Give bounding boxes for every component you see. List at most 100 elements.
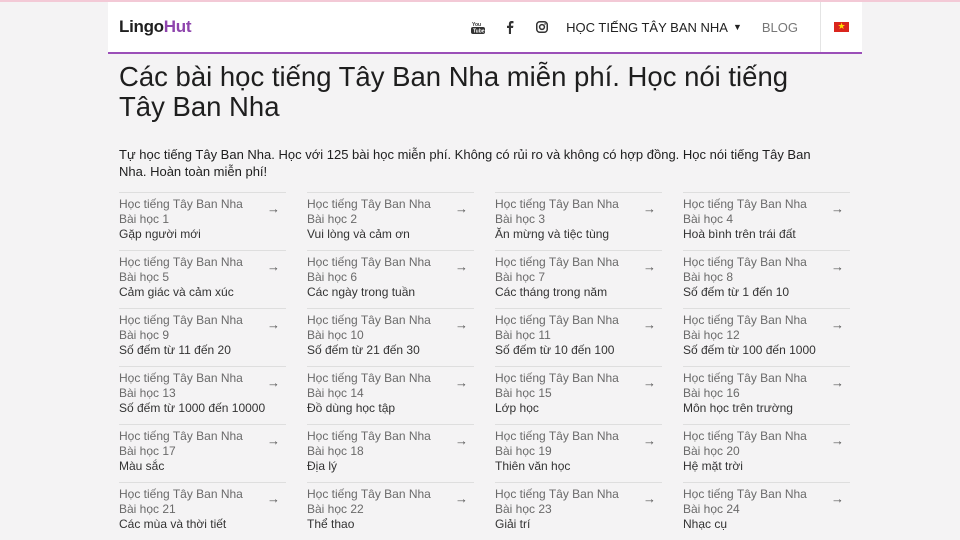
lesson-link[interactable]: Học tiếng Tây Ban Nha Bài học 7 Các tháng … <box>495 250 662 308</box>
lesson-topic: Hệ mặt trời <box>683 459 743 473</box>
lesson-number: Bài học 18 <box>307 444 364 458</box>
top-nav: You Tube HỌC TIẾNG TÂY BAN NHA ▼ BLOG ★ <box>462 2 862 52</box>
lesson-link[interactable]: Học tiếng Tây Ban Nha Bài học 21 Các mùa v… <box>119 482 286 540</box>
lesson-link[interactable]: Học tiếng Tây Ban Nha Bài học 23 Giải trí → <box>495 482 662 540</box>
lesson-number: Bài học 1 <box>119 212 170 226</box>
lesson-link[interactable]: Học tiếng Tây Ban Nha Bài học 11 Số đếm từ… <box>495 308 662 366</box>
lesson-topic: Nhạc cụ <box>683 517 728 531</box>
lesson-course-label: Học tiếng Tây Ban Nha <box>119 197 243 211</box>
arrow-right-icon: → <box>643 317 656 332</box>
lesson-number: Bài học 21 <box>119 502 176 516</box>
lesson-course-label: Học tiếng Tây Ban Nha <box>307 487 431 501</box>
page-title: Các bài học tiếng Tây Ban Nha miễn phí. … <box>119 61 789 122</box>
lesson-number: Bài học 19 <box>495 444 552 458</box>
lesson-link[interactable]: Học tiếng Tây Ban Nha Bài học 10 Số đếm từ… <box>307 308 474 366</box>
arrow-right-icon: → <box>643 259 656 274</box>
lesson-number: Bài học 7 <box>495 270 546 284</box>
lesson-topic: Số đếm từ 1 đến 10 <box>683 285 790 299</box>
lesson-number: Bài học 4 <box>683 212 734 226</box>
lesson-topic: Thể thao <box>307 517 355 531</box>
arrow-right-icon: → <box>643 491 656 506</box>
blog-link[interactable]: BLOG <box>762 20 798 35</box>
lesson-number: Bài học 2 <box>307 212 358 226</box>
arrow-right-icon: → <box>267 259 280 274</box>
lesson-course-label: Học tiếng Tây Ban Nha <box>119 429 243 443</box>
facebook-icon[interactable] <box>494 2 526 52</box>
lesson-topic: Ăn mừng và tiệc tùng <box>495 227 610 241</box>
lesson-course-label: Học tiếng Tây Ban Nha <box>307 371 431 385</box>
lesson-course-label: Học tiếng Tây Ban Nha <box>495 313 619 327</box>
lesson-link[interactable]: Học tiếng Tây Ban Nha Bài học 8 Số đếm từ … <box>683 250 850 308</box>
logo[interactable]: LingoHut <box>119 17 192 37</box>
lesson-link[interactable]: Học tiếng Tây Ban Nha Bài học 22 Thể thao → <box>307 482 474 540</box>
lesson-topic: Đồ dùng học tập <box>307 401 396 415</box>
lesson-number: Bài học 15 <box>495 386 552 400</box>
lesson-course-label: Học tiếng Tây Ban Nha <box>307 197 431 211</box>
lesson-topic: Các ngày trong tuần <box>307 285 416 299</box>
lesson-course-label: Học tiếng Tây Ban Nha <box>119 371 243 385</box>
arrow-right-icon: → <box>455 491 468 506</box>
lesson-link[interactable]: Học tiếng Tây Ban Nha Bài học 4 Hoà bình t… <box>683 192 850 250</box>
lesson-course-label: Học tiếng Tây Ban Nha <box>119 313 243 327</box>
lesson-course-label: Học tiếng Tây Ban Nha <box>307 313 431 327</box>
language-course-label: HỌC TIẾNG TÂY BAN NHA <box>566 19 728 35</box>
lesson-link[interactable]: Học tiếng Tây Ban Nha Bài học 15 Lớp học → <box>495 366 662 424</box>
vietnam-flag-icon[interactable] <box>834 19 849 33</box>
instagram-icon[interactable] <box>526 2 558 52</box>
lesson-course-label: Học tiếng Tây Ban Nha <box>683 487 807 501</box>
lesson-link[interactable]: Học tiếng Tây Ban Nha Bài học 5 Cảm giác v… <box>119 250 286 308</box>
lesson-course-label: Học tiếng Tây Ban Nha <box>307 255 431 269</box>
arrow-right-icon: → <box>455 259 468 274</box>
lesson-link[interactable]: Học tiếng Tây Ban Nha Bài học 12 Số đếm từ… <box>683 308 850 366</box>
lesson-course-label: Học tiếng Tây Ban Nha <box>495 429 619 443</box>
lesson-topic: Môn học trên trường <box>683 401 793 415</box>
lesson-link[interactable]: Học tiếng Tây Ban Nha Bài học 18 Địa lý → <box>307 424 474 482</box>
svg-text:Tube: Tube <box>473 28 485 34</box>
lesson-number: Bài học 17 <box>119 444 176 458</box>
lesson-topic: Cảm giác và cảm xúc <box>119 285 234 299</box>
nav-divider <box>820 2 821 52</box>
lesson-topic: Số đếm từ 1000 đến 10000 <box>119 401 266 415</box>
lesson-link[interactable]: Học tiếng Tây Ban Nha Bài học 17 Màu sắc → <box>119 424 286 482</box>
lesson-number: Bài học 23 <box>495 502 552 516</box>
youtube-icon[interactable]: You Tube <box>462 2 494 52</box>
lesson-topic: Gặp người mới <box>119 227 201 241</box>
lesson-course-label: Học tiếng Tây Ban Nha <box>683 197 807 211</box>
arrow-right-icon: → <box>831 259 844 274</box>
lesson-link[interactable]: Học tiếng Tây Ban Nha Bài học 19 Thiên văn… <box>495 424 662 482</box>
lesson-topic: Số đếm từ 11 đến 20 <box>119 343 231 357</box>
arrow-right-icon: → <box>831 375 844 390</box>
lesson-link[interactable]: Học tiếng Tây Ban Nha Bài học 6 Các ngày t… <box>307 250 474 308</box>
lesson-course-label: Học tiếng Tây Ban Nha <box>683 371 807 385</box>
lesson-link[interactable]: Học tiếng Tây Ban Nha Bài học 2 Vui lòng v… <box>307 192 474 250</box>
page: LingoHut You Tube HỌC TIẾNG TÂY BAN NHA … <box>0 0 960 540</box>
arrow-right-icon: → <box>267 201 280 216</box>
lesson-number: Bài học 5 <box>119 270 170 284</box>
arrow-right-icon: → <box>643 433 656 448</box>
lesson-link[interactable]: Học tiếng Tây Ban Nha Bài học 1 Gặp người … <box>119 192 286 250</box>
lesson-number: Bài học 20 <box>683 444 740 458</box>
arrow-right-icon: → <box>831 201 844 216</box>
lesson-topic: Số đếm từ 21 đến 30 <box>307 343 420 357</box>
arrow-right-icon: → <box>455 433 468 448</box>
lesson-link[interactable]: Học tiếng Tây Ban Nha Bài học 3 Ăn mừng và… <box>495 192 662 250</box>
arrow-right-icon: → <box>831 433 844 448</box>
arrow-right-icon: → <box>643 201 656 216</box>
lesson-link[interactable]: Học tiếng Tây Ban Nha Bài học 24 Nhạc cụ → <box>683 482 850 540</box>
arrow-right-icon: → <box>831 317 844 332</box>
lesson-link[interactable]: Học tiếng Tây Ban Nha Bài học 9 Số đếm từ … <box>119 308 286 366</box>
lesson-course-label: Học tiếng Tây Ban Nha <box>307 429 431 443</box>
lesson-course-label: Học tiếng Tây Ban Nha <box>683 255 807 269</box>
lesson-link[interactable]: Học tiếng Tây Ban Nha Bài học 13 Số đếm từ… <box>119 366 286 424</box>
lesson-number: Bài học 14 <box>307 386 364 400</box>
lesson-course-label: Học tiếng Tây Ban Nha <box>495 197 619 211</box>
lesson-topic: Số đếm từ 10 đến 100 <box>495 343 615 357</box>
lesson-course-label: Học tiếng Tây Ban Nha <box>683 429 807 443</box>
logo-text-lingo: Lingo <box>119 17 164 36</box>
lesson-link[interactable]: Học tiếng Tây Ban Nha Bài học 20 Hệ mặt tr… <box>683 424 850 482</box>
language-course-menu[interactable]: HỌC TIẾNG TÂY BAN NHA ▼ <box>566 2 742 52</box>
lesson-topic: Màu sắc <box>119 459 165 473</box>
lesson-link[interactable]: Học tiếng Tây Ban Nha Bài học 14 Đồ dùng h… <box>307 366 474 424</box>
lesson-link[interactable]: Học tiếng Tây Ban Nha Bài học 16 Môn học t… <box>683 366 850 424</box>
lesson-number: Bài học 11 <box>495 328 551 342</box>
